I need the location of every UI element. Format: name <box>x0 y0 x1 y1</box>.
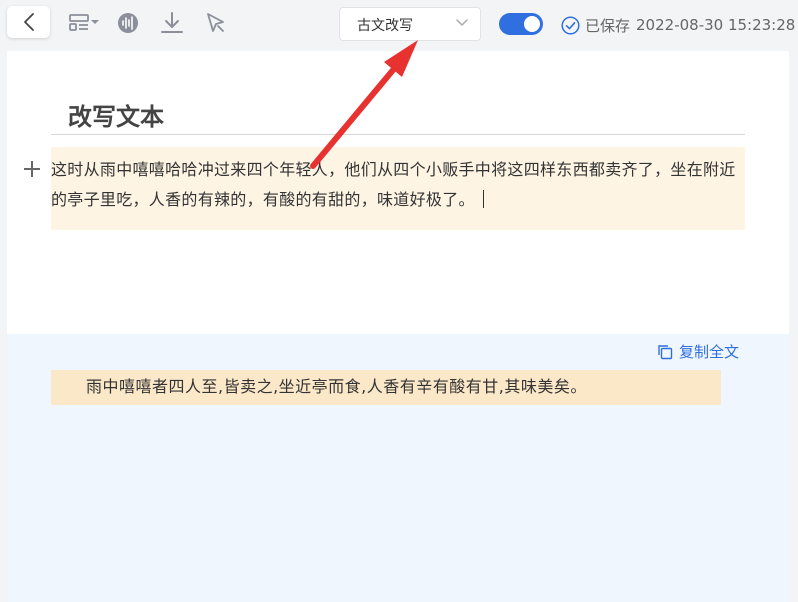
chevron-left-icon <box>23 13 34 31</box>
source-paragraph-block[interactable]: 这时从雨中嘻嘻哈哈冲过来四个年轻人，他们从四个小贩手中将这四样东西都卖齐了，坐在… <box>51 147 745 230</box>
pointer-cursor-icon <box>207 13 224 32</box>
layout-menu-button[interactable] <box>67 9 101 37</box>
toggle-knob <box>524 16 540 32</box>
layout-menu-icon <box>69 14 99 31</box>
text-caret <box>482 190 484 208</box>
result-text: 雨中嘻嘻者四人至,皆卖之,坐近亭而食,人香有辛有酸有甘,其味美矣。 <box>86 377 587 396</box>
title-divider <box>51 134 745 135</box>
copy-icon <box>657 344 673 360</box>
save-status-label: 已保存 <box>585 16 631 35</box>
chevron-down-icon <box>456 19 468 26</box>
copy-all-label: 复制全文 <box>679 343 740 361</box>
editor-title: 改写文本 <box>68 103 164 131</box>
copy-all-button[interactable]: 复制全文 <box>657 341 739 362</box>
source-paragraph[interactable]: 这时从雨中嘻嘻哈哈冲过来四个年轻人，他们从四个小贩手中将这四样东西都卖齐了，坐在… <box>51 155 741 215</box>
plus-icon[interactable] <box>22 159 42 179</box>
audio-wave-icon <box>118 13 138 33</box>
result-panel: 复制全文 雨中嘻嘻者四人至,皆卖之,坐近亭而食,人香有辛有酸有甘,其味美矣。 <box>7 334 789 602</box>
source-editor: 改写文本 这时从雨中嘻嘻哈哈冲过来四个年轻人，他们从四个小贩手中将这四样东西都卖… <box>7 51 789 334</box>
check-circle-icon <box>561 15 580 35</box>
download-button[interactable] <box>158 9 186 37</box>
audio-button[interactable] <box>114 9 142 37</box>
source-text: 这时从雨中嘻嘻哈哈冲过来四个年轻人，他们从四个小贩手中将这四样东西都卖齐了，坐在… <box>51 160 736 209</box>
top-toolbar: 古文改写 已保存 2022-08-30 15:23:28 <box>0 0 798 48</box>
back-button[interactable] <box>7 6 50 38</box>
rewrite-mode-select[interactable]: 古文改写 <box>339 7 481 41</box>
download-icon <box>161 12 183 33</box>
result-paragraph-block: 雨中嘻嘻者四人至,皆卖之,坐近亭而食,人香有辛有酸有甘,其味美矣。 <box>51 370 721 405</box>
pointer-button[interactable] <box>202 9 230 37</box>
save-status: 已保存 2022-08-30 15:23:28 <box>561 14 795 36</box>
autosave-toggle[interactable] <box>499 13 543 35</box>
save-status-time: 2022-08-30 15:23:28 <box>636 16 796 34</box>
rewrite-mode-value: 古文改写 <box>357 18 413 34</box>
